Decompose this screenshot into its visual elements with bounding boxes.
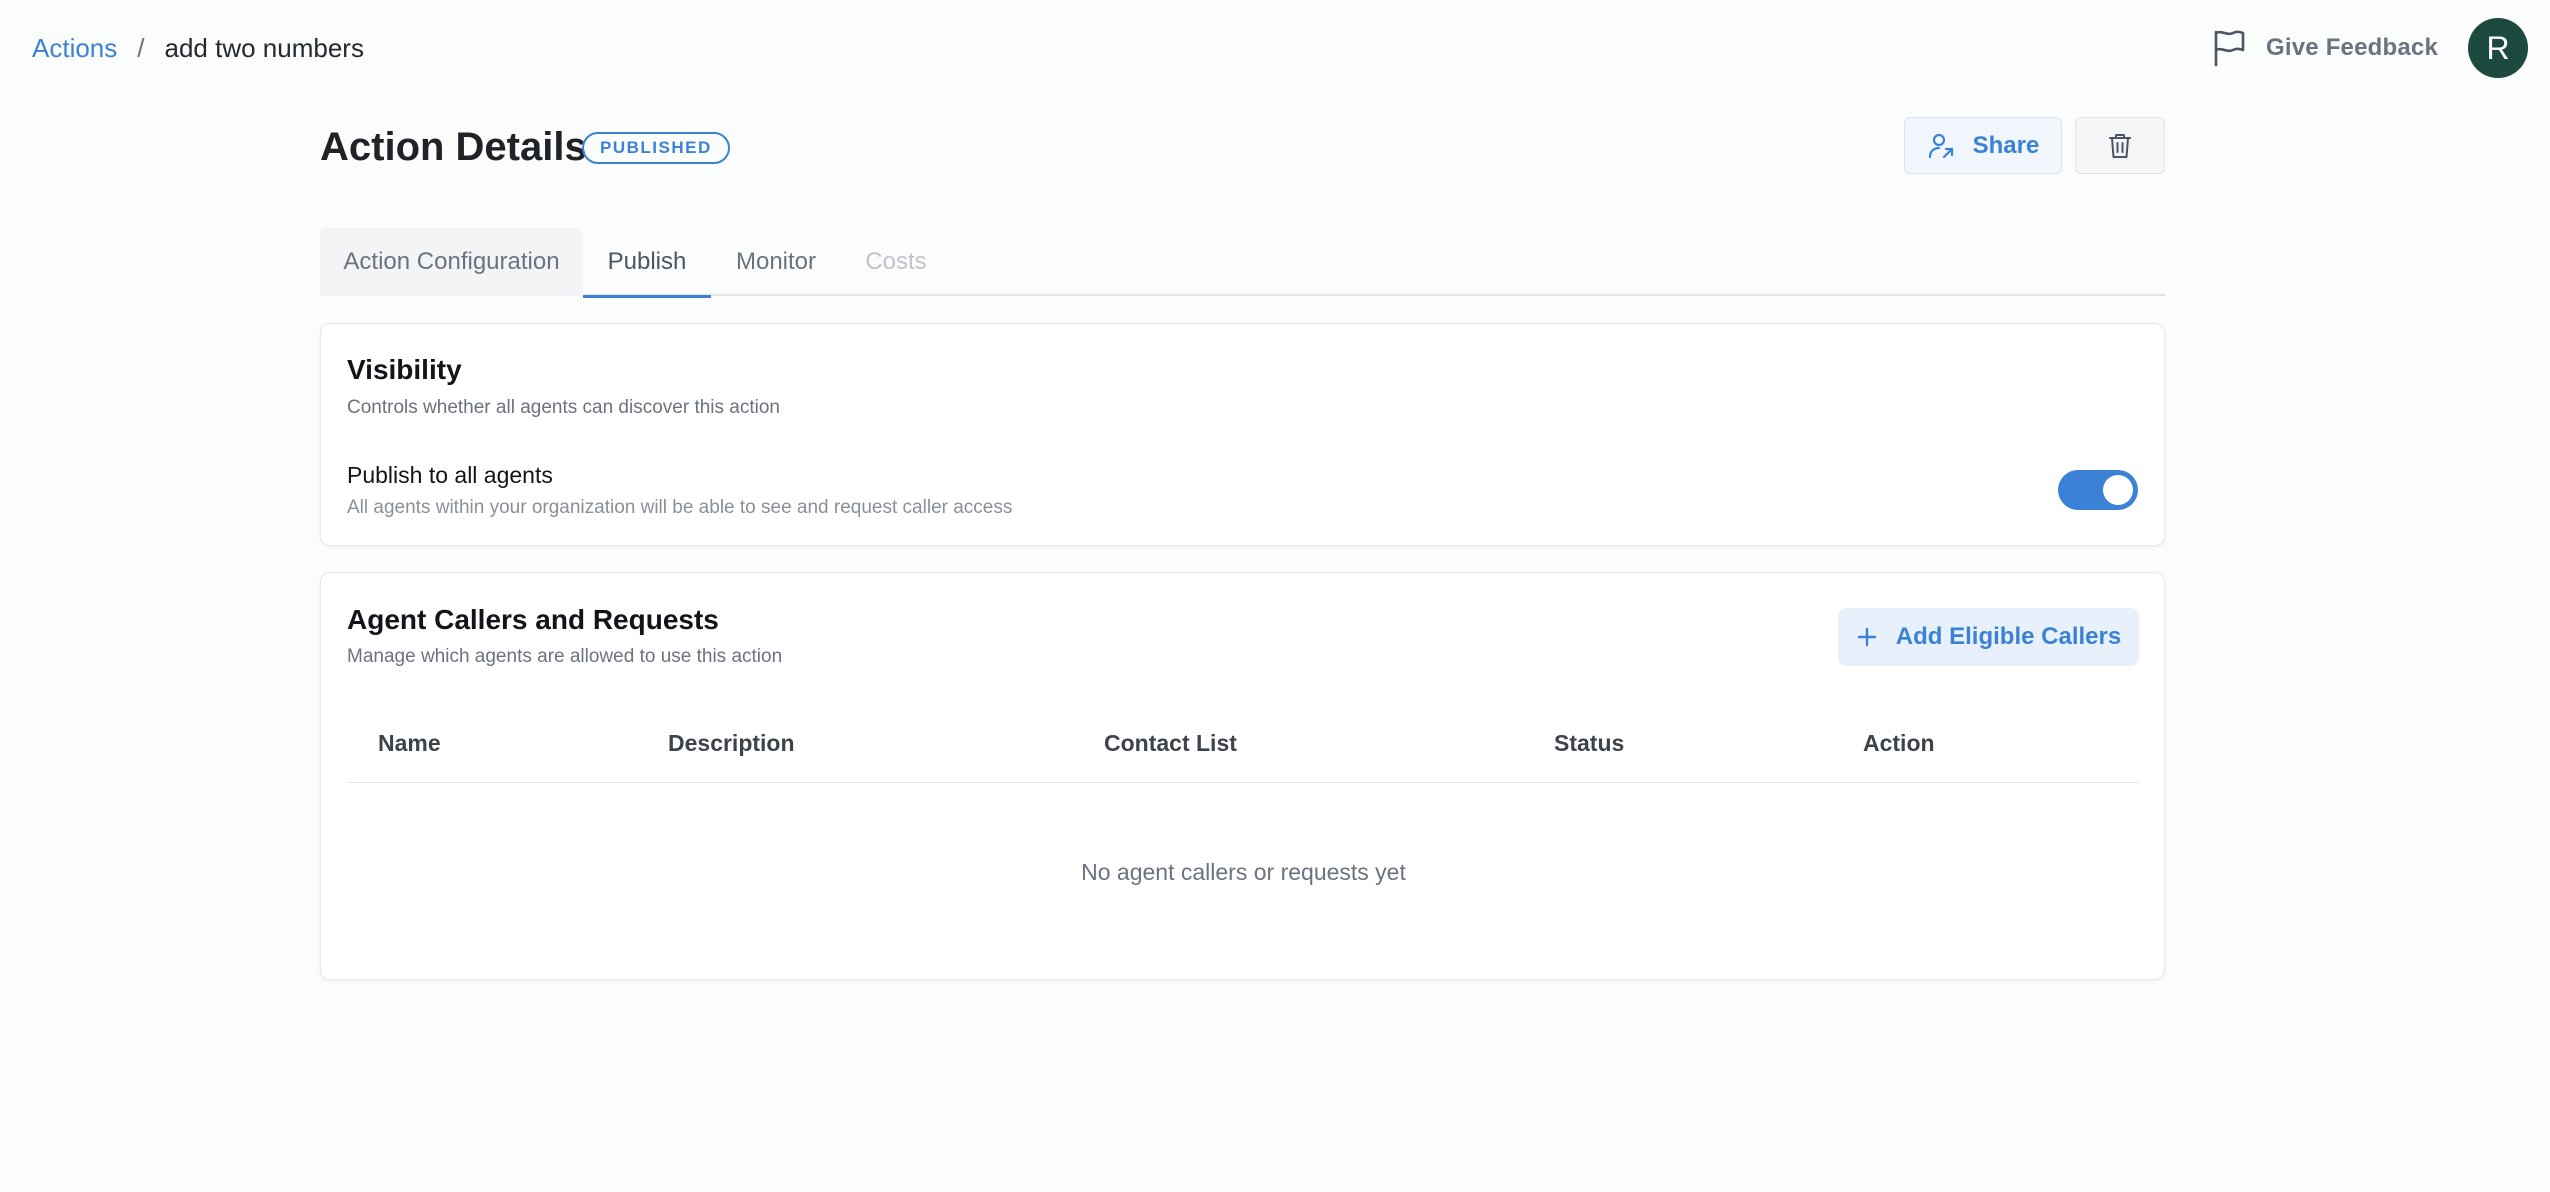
table-header: Name Description Contact List Status Act… [346, 703, 2139, 783]
tab-monitor[interactable]: Monitor [711, 228, 841, 296]
share-button[interactable]: Share [1904, 117, 2062, 174]
share-user-icon [1928, 133, 1953, 158]
plus-icon [1857, 627, 1876, 647]
give-feedback-button[interactable]: Give Feedback [2212, 26, 2438, 70]
trash-icon [2109, 133, 2131, 158]
avatar[interactable]: R [2468, 18, 2528, 78]
toggle-knob [2103, 475, 2133, 505]
agent-callers-subtitle: Manage which agents are allowed to use t… [347, 646, 783, 667]
visibility-title: Visibility [347, 354, 462, 385]
column-header-name: Name [378, 729, 441, 756]
status-badge: PUBLISHED [582, 132, 730, 164]
agent-callers-title: Agent Callers and Requests [347, 604, 719, 635]
share-label: Share [1972, 131, 2040, 159]
page-title: Action Details [320, 125, 587, 169]
column-header-description: Description [668, 729, 795, 756]
column-header-status: Status [1554, 729, 1625, 756]
breadcrumb-actions-link[interactable]: Actions [32, 30, 117, 66]
breadcrumb-separator: / [137, 33, 145, 63]
breadcrumb-current: add two numbers [164, 33, 364, 63]
give-feedback-label: Give Feedback [2266, 34, 2439, 61]
publish-all-subtitle: All agents within your organization will… [347, 497, 1013, 518]
publish-all-toggle[interactable] [2058, 470, 2138, 510]
tab-publish[interactable]: Publish [583, 228, 711, 298]
avatar-initial: R [2486, 29, 2510, 66]
visibility-card: Visibility Controls whether all agents c… [320, 323, 2165, 546]
empty-state-text: No agent callers or requests yet [1081, 859, 1406, 885]
agent-callers-card: Agent Callers and Requests Manage which … [320, 572, 2165, 980]
tab-action-configuration[interactable]: Action Configuration [320, 228, 583, 296]
delete-button[interactable] [2075, 117, 2165, 174]
tabs: Action Configuration Publish Monitor Cos… [320, 228, 2165, 298]
column-header-action: Action [1863, 729, 1935, 756]
breadcrumb: Actions / add two numbers [32, 30, 364, 66]
visibility-subtitle: Controls whether all agents can discover… [347, 397, 781, 418]
tab-costs: Costs [865, 248, 927, 275]
top-bar: Actions / add two numbers Give Feedback … [0, 0, 2550, 96]
flag-icon [2214, 30, 2245, 67]
publish-all-title: Publish to all agents [347, 462, 553, 488]
add-eligible-callers-button[interactable]: Add Eligible Callers [1838, 608, 2139, 666]
add-eligible-callers-label: Add Eligible Callers [1895, 623, 2122, 650]
column-header-contact-list: Contact List [1104, 729, 1237, 756]
